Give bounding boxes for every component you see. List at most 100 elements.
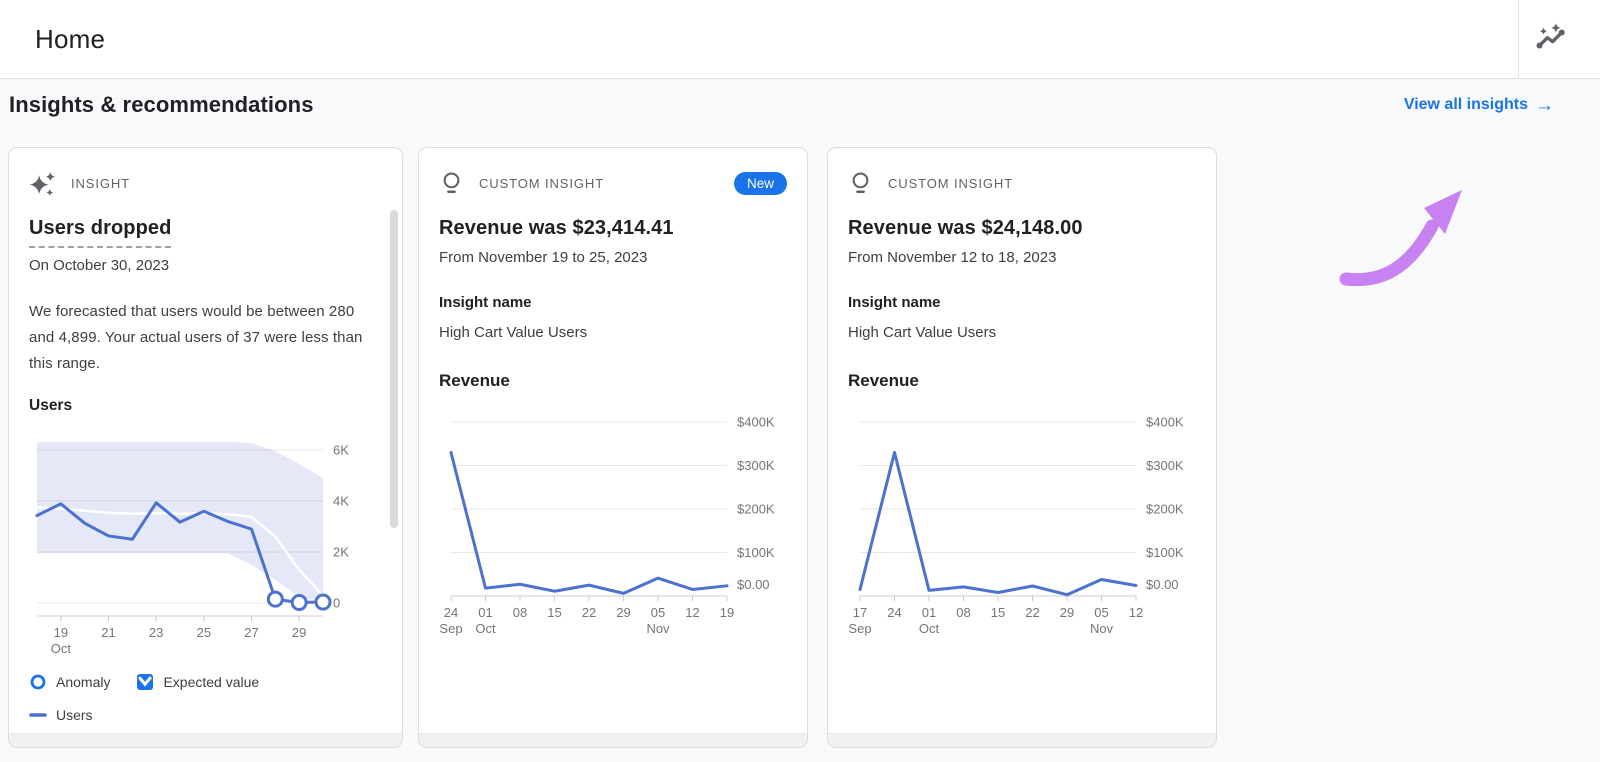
insight-date-range: From November 12 to 18, 2023 bbox=[848, 249, 1057, 266]
svg-text:Sep: Sep bbox=[439, 621, 462, 636]
expected-value-icon bbox=[136, 673, 154, 691]
svg-text:29: 29 bbox=[1060, 605, 1074, 620]
insight-card-title: Revenue was $24,148.00 bbox=[848, 217, 1083, 239]
svg-text:22: 22 bbox=[1025, 605, 1039, 620]
arrow-right-icon: → bbox=[1535, 94, 1554, 116]
card-header: CUSTOM INSIGHT bbox=[848, 170, 1196, 196]
lightbulb-icon bbox=[439, 170, 464, 197]
svg-text:27: 27 bbox=[244, 625, 258, 640]
svg-text:$200K: $200K bbox=[737, 502, 775, 517]
insight-title-link[interactable]: Users dropped bbox=[29, 217, 172, 248]
card-header: CUSTOM INSIGHT New bbox=[439, 170, 787, 196]
insights-sparkline-icon bbox=[1532, 22, 1568, 56]
insight-card-title: Revenue was $23,414.41 bbox=[439, 217, 674, 239]
insight-card-users-dropped[interactable]: INSIGHT Users dropped On October 30, 202… bbox=[8, 147, 403, 748]
svg-text:$400K: $400K bbox=[737, 415, 775, 430]
insight-name-label: Insight name bbox=[848, 294, 941, 311]
anomaly-circle-icon bbox=[29, 673, 47, 691]
legend-item-users: Users bbox=[29, 706, 93, 724]
svg-text:12: 12 bbox=[685, 605, 699, 620]
lightbulb-icon bbox=[848, 170, 873, 197]
svg-text:24: 24 bbox=[887, 605, 901, 620]
view-all-insights-link[interactable]: View all insights → bbox=[1404, 96, 1554, 115]
chart-metric-title: Users bbox=[29, 397, 73, 414]
svg-text:$0.00: $0.00 bbox=[737, 577, 770, 592]
svg-text:$100K: $100K bbox=[1146, 545, 1184, 560]
svg-text:29: 29 bbox=[616, 605, 630, 620]
svg-text:21: 21 bbox=[101, 625, 115, 640]
legend-label: Expected value bbox=[163, 674, 260, 690]
insights-section-header: Insights & recommendations View all insi… bbox=[0, 87, 1600, 123]
topbar-divider bbox=[1518, 0, 1519, 79]
insight-name-label: Insight name bbox=[439, 294, 532, 311]
card-footer-strip bbox=[9, 733, 402, 747]
top-bar: Home bbox=[0, 0, 1600, 79]
insight-card-title: Users dropped bbox=[29, 217, 382, 248]
legend-label: Anomaly bbox=[56, 674, 111, 690]
legend-item-anomaly: Anomaly bbox=[29, 673, 110, 691]
svg-text:$100K: $100K bbox=[737, 545, 775, 560]
svg-text:Sep: Sep bbox=[848, 621, 871, 636]
svg-text:$300K: $300K bbox=[737, 458, 775, 473]
revenue-chart: $400K $300K $200K $100K $0.00 17Sep 24 01Oct 08 1… bbox=[848, 415, 1184, 637]
svg-text:23: 23 bbox=[149, 625, 163, 640]
card-header: INSIGHT bbox=[29, 170, 382, 196]
svg-text:4K: 4K bbox=[333, 494, 349, 509]
svg-text:15: 15 bbox=[547, 605, 561, 620]
card-type-label: CUSTOM INSIGHT bbox=[479, 175, 605, 191]
svg-text:05: 05 bbox=[1094, 605, 1108, 620]
card-type-label: INSIGHT bbox=[71, 175, 131, 191]
users-line-icon bbox=[29, 706, 47, 724]
svg-text:22: 22 bbox=[582, 605, 596, 620]
chart-metric-title: Revenue bbox=[848, 371, 919, 390]
card-scrollbar-thumb[interactable] bbox=[390, 210, 398, 528]
insight-name-value: High Cart Value Users bbox=[848, 324, 997, 341]
chart-legend-row: Users bbox=[29, 706, 382, 724]
svg-text:2K: 2K bbox=[333, 545, 349, 560]
users-forecast-chart: 6K 4K 2K 0 19Oct 21 23 25 27 29 bbox=[35, 441, 349, 656]
view-all-insights-label: View all insights bbox=[1403, 96, 1528, 113]
insight-date: On October 30, 2023 bbox=[29, 257, 170, 274]
insight-card-revenue-nov12-18[interactable]: CUSTOM INSIGHT Revenue was $24,148.00 Fr… bbox=[827, 147, 1217, 748]
main-content: Insights & recommendations View all insi… bbox=[0, 79, 1600, 748]
svg-text:0: 0 bbox=[333, 596, 340, 611]
svg-text:$400K: $400K bbox=[1146, 415, 1184, 430]
svg-text:01: 01 bbox=[922, 605, 936, 620]
chart-legend-row: Anomaly Expected value bbox=[29, 673, 382, 691]
insight-card-revenue-nov19-25[interactable]: CUSTOM INSIGHT New Revenue was $23,414.4… bbox=[418, 147, 808, 748]
revenue-chart: $400K $300K $200K $100K $0.00 24Sep 01Oct 08 15 2… bbox=[439, 415, 775, 637]
card-footer-strip bbox=[828, 733, 1216, 747]
svg-text:12: 12 bbox=[1129, 605, 1143, 620]
card-type-label: CUSTOM INSIGHT bbox=[888, 175, 1014, 191]
svg-text:$200K: $200K bbox=[1146, 502, 1184, 517]
svg-text:19: 19 bbox=[54, 625, 68, 640]
chart-metric-title: Revenue bbox=[439, 371, 510, 390]
svg-text:Nov: Nov bbox=[1090, 621, 1114, 636]
insight-date-range: From November 19 to 25, 2023 bbox=[439, 249, 648, 266]
legend-label: Users bbox=[56, 707, 93, 723]
insight-description: We forecasted that users would be betwee… bbox=[29, 303, 363, 372]
svg-text:Oct: Oct bbox=[919, 621, 940, 636]
insight-name-value: High Cart Value Users bbox=[439, 324, 588, 341]
svg-text:15: 15 bbox=[991, 605, 1005, 620]
svg-text:$300K: $300K bbox=[1146, 458, 1184, 473]
svg-text:17: 17 bbox=[853, 605, 867, 620]
new-badge: New bbox=[733, 171, 787, 195]
svg-text:08: 08 bbox=[513, 605, 527, 620]
insights-hub-button[interactable] bbox=[1530, 19, 1570, 59]
sparkle-stars-icon bbox=[29, 170, 56, 197]
svg-text:05: 05 bbox=[651, 605, 665, 620]
svg-text:Oct: Oct bbox=[51, 641, 72, 656]
svg-text:29: 29 bbox=[292, 625, 306, 640]
svg-text:25: 25 bbox=[197, 625, 211, 640]
svg-text:Nov: Nov bbox=[646, 621, 670, 636]
svg-text:19: 19 bbox=[720, 605, 734, 620]
svg-text:01: 01 bbox=[478, 605, 492, 620]
page-title: Home bbox=[35, 23, 106, 54]
svg-text:$0.00: $0.00 bbox=[1146, 577, 1179, 592]
svg-text:24: 24 bbox=[444, 605, 458, 620]
svg-text:Oct: Oct bbox=[475, 621, 496, 636]
svg-text:08: 08 bbox=[956, 605, 970, 620]
insight-cards-row: INSIGHT Users dropped On October 30, 202… bbox=[8, 147, 1600, 748]
card-footer-strip bbox=[419, 733, 807, 747]
